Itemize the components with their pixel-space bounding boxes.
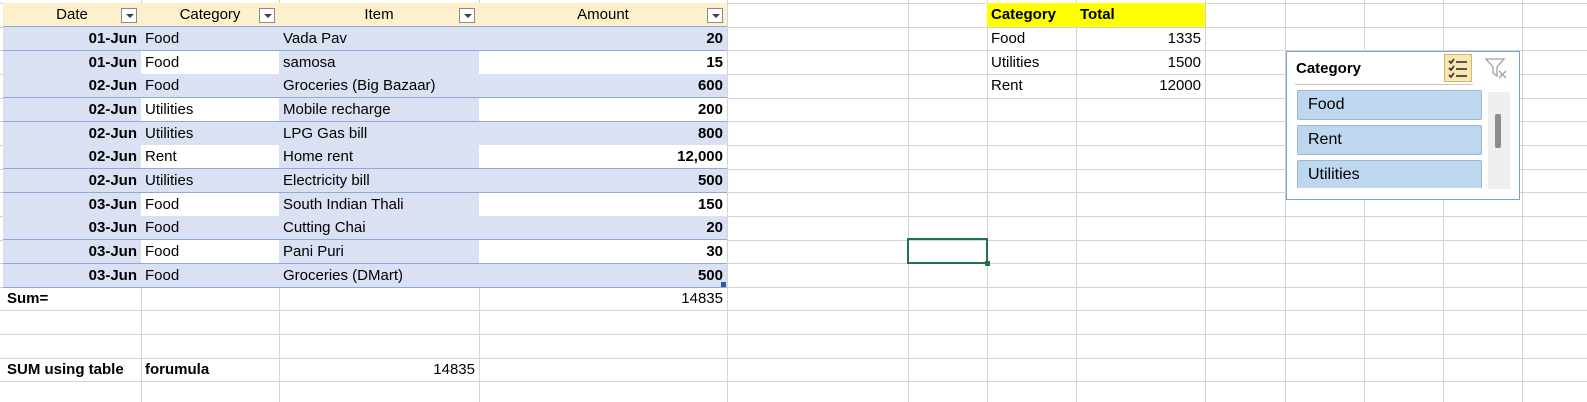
amount-cell[interactable]: 500 (479, 169, 727, 193)
category-cell[interactable]: Food (141, 27, 279, 51)
category-cell[interactable]: Food (141, 193, 279, 217)
filter-dropdown-icon[interactable] (259, 8, 275, 23)
item-cell[interactable]: LPG Gas bill (279, 122, 479, 146)
amount-cell[interactable]: 500 (479, 264, 727, 288)
gridline (0, 310, 1587, 311)
amount-cell[interactable]: 30 (479, 240, 727, 264)
sum-label[interactable]: Sum= (3, 287, 141, 311)
filter-dropdown-icon[interactable] (707, 8, 723, 23)
date-cell[interactable]: 02-Jun (3, 169, 141, 193)
date-cell[interactable]: 02-Jun (3, 122, 141, 146)
header-item[interactable]: Item (279, 3, 479, 27)
amount-cell[interactable]: 800 (479, 122, 727, 146)
amount-cell[interactable]: 150 (479, 193, 727, 217)
item-cell[interactable]: Vada Pav (279, 27, 479, 51)
sum-value[interactable]: 14835 (479, 287, 727, 311)
slicer-divider (1295, 84, 1473, 85)
item-cell[interactable]: Pani Puri (279, 240, 479, 264)
summary-category-cell[interactable]: Utilities (987, 51, 1076, 75)
header-category-label: Category (179, 6, 241, 23)
item-cell[interactable]: South Indian Thali (279, 193, 479, 217)
header-amount[interactable]: Amount (479, 3, 727, 27)
gridline (1205, 0, 1206, 402)
category-cell[interactable]: Food (141, 51, 279, 75)
item-cell[interactable]: Mobile recharge (279, 98, 479, 122)
category-cell[interactable]: Rent (141, 145, 279, 169)
filter-dropdown-icon[interactable] (459, 8, 475, 23)
date-cell[interactable]: 03-Jun (3, 264, 141, 288)
item-cell[interactable]: Electricity bill (279, 169, 479, 193)
amount-cell[interactable]: 20 (479, 27, 727, 51)
table-formula-value[interactable]: 14835 (279, 358, 479, 382)
date-cell[interactable]: 02-Jun (3, 74, 141, 98)
filter-dropdown-icon[interactable] (121, 8, 137, 23)
date-cell[interactable]: 02-Jun (3, 145, 141, 169)
amount-cell[interactable]: 12,000 (479, 145, 727, 169)
category-cell[interactable]: Utilities (141, 169, 279, 193)
slicer-scrollbar-thumb[interactable] (1495, 114, 1501, 148)
table-formula-label-2[interactable]: forumula (141, 358, 279, 382)
header-category[interactable]: Category (141, 3, 279, 27)
slicer-item[interactable]: Utilities (1297, 160, 1482, 188)
multi-select-icon[interactable] (1444, 54, 1472, 82)
item-cell[interactable]: samosa (279, 51, 479, 75)
table-formula-label[interactable]: SUM using table (3, 358, 141, 382)
item-cell[interactable]: Home rent (279, 145, 479, 169)
summary-header-category[interactable]: Category (987, 3, 1076, 27)
header-amount-label: Amount (577, 6, 629, 23)
item-cell[interactable]: Groceries (DMart) (279, 264, 479, 288)
category-cell[interactable]: Utilities (141, 98, 279, 122)
date-cell[interactable]: 03-Jun (3, 240, 141, 264)
summary-category-cell[interactable]: Rent (987, 74, 1076, 98)
amount-cell[interactable]: 15 (479, 51, 727, 75)
category-cell[interactable]: Food (141, 264, 279, 288)
fill-handle[interactable] (985, 261, 990, 266)
amount-cell[interactable]: 600 (479, 74, 727, 98)
header-date-label: Date (56, 6, 88, 23)
gridline (0, 334, 1587, 335)
summary-category-cell[interactable]: Food (987, 27, 1076, 51)
date-cell[interactable]: 01-Jun (3, 27, 141, 51)
date-cell[interactable]: 03-Jun (3, 193, 141, 217)
date-cell[interactable]: 02-Jun (3, 98, 141, 122)
clear-filter-icon[interactable] (1484, 56, 1508, 80)
slicer-item[interactable]: Food (1297, 90, 1482, 120)
item-cell[interactable]: Groceries (Big Bazaar) (279, 74, 479, 98)
category-cell[interactable]: Food (141, 74, 279, 98)
date-cell[interactable]: 01-Jun (3, 51, 141, 75)
category-cell[interactable]: Food (141, 216, 279, 240)
slicer-item[interactable]: Rent (1297, 125, 1482, 155)
amount-cell[interactable]: 20 (479, 216, 727, 240)
slicer-title: Category (1296, 60, 1362, 77)
header-date[interactable]: Date (3, 3, 141, 27)
amount-cell[interactable]: 200 (479, 98, 727, 122)
date-cell[interactable]: 03-Jun (3, 216, 141, 240)
gridline (1522, 0, 1523, 402)
summary-total-cell[interactable]: 1500 (1076, 51, 1205, 75)
summary-total-cell[interactable]: 12000 (1076, 74, 1205, 98)
header-item-label: Item (364, 6, 394, 23)
item-cell[interactable]: Cutting Chai (279, 216, 479, 240)
active-cell-selection[interactable] (907, 238, 988, 264)
gridline (727, 0, 728, 402)
category-cell[interactable]: Utilities (141, 122, 279, 146)
gridline (908, 0, 909, 402)
summary-header-total[interactable]: Total (1076, 3, 1205, 27)
summary-total-cell[interactable]: 1335 (1076, 27, 1205, 51)
category-cell[interactable]: Food (141, 240, 279, 264)
